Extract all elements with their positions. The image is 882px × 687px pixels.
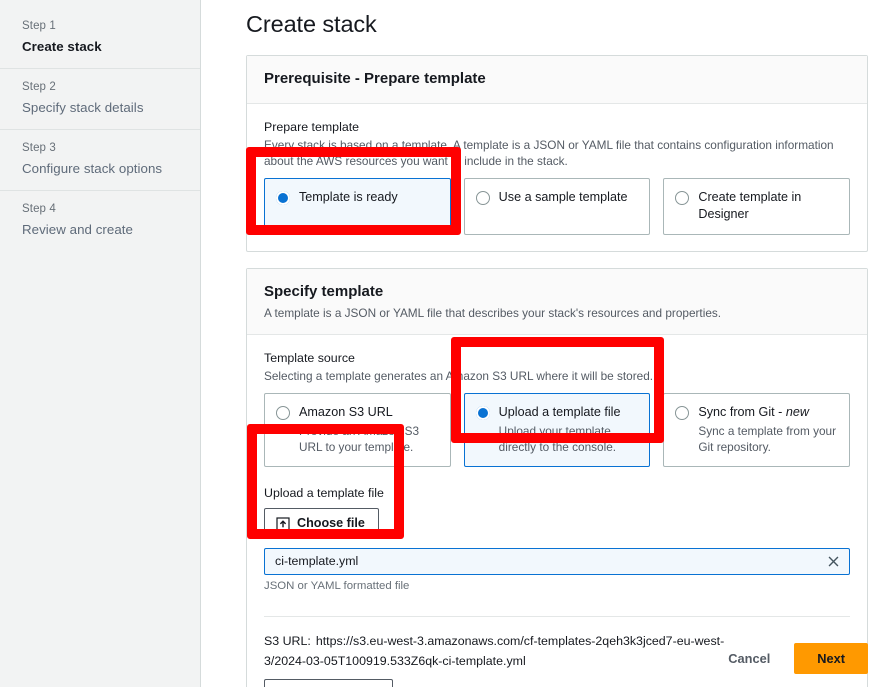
s3-url-value: https://s3.eu-west-3.amazonaws.com/cf-te…	[264, 634, 725, 668]
specify-template-card-header: Specify template A template is a JSON or…	[247, 269, 867, 335]
radio-unselected-icon[interactable]	[675, 406, 690, 420]
choose-file-button[interactable]: Choose file	[264, 508, 379, 539]
next-button[interactable]: Next	[794, 643, 868, 674]
source-sync-from-git-text: Sync from Git -	[698, 405, 786, 419]
source-amazon-s3-url-description: Provide an Amazon S3 URL to your templat…	[299, 424, 420, 454]
source-amazon-s3-url-label: Amazon S3 URL	[299, 405, 393, 419]
radio-selected-icon[interactable]	[276, 191, 290, 205]
specify-template-card-title: Specify template	[264, 283, 384, 300]
template-source-description: Selecting a template generates an Amazon…	[264, 369, 654, 383]
option-create-template-in-designer-label: Create template in Designer	[698, 190, 802, 221]
prerequisite-card-title: Prerequisite - Prepare template	[264, 70, 486, 87]
template-source-label: Template source	[264, 351, 355, 365]
upload-template-file-group: Upload a template file Choose file ci-te…	[264, 484, 850, 594]
radio-unselected-icon[interactable]	[675, 191, 690, 205]
radio-unselected-icon[interactable]	[475, 191, 490, 205]
source-upload-template-file[interactable]: Upload a template file Upload your templ…	[463, 393, 651, 467]
prerequisite-card-body: Prepare template Every stack is based on…	[247, 104, 867, 251]
option-template-is-ready[interactable]: Template is ready	[264, 178, 451, 235]
radio-selected-icon[interactable]	[475, 406, 490, 420]
specify-template-card-body: Template source Selecting a template gen…	[247, 335, 867, 687]
prepare-template-label: Prepare template	[264, 120, 360, 134]
prepare-template-description: Every stack is based on a template. A te…	[264, 138, 834, 168]
choose-file-button-label: Choose file	[297, 516, 365, 530]
main-content: Create stack Prerequisite - Prepare temp…	[201, 0, 882, 687]
prerequisite-card-header: Prerequisite - Prepare template	[247, 56, 867, 104]
specify-template-card-subtitle: A template is a JSON or YAML file that d…	[264, 306, 722, 320]
source-sync-from-git-new-badge: new	[785, 405, 809, 419]
wizard-sidebar: Step 1 Create stack Step 2 Specify stack…	[0, 0, 201, 687]
specify-template-card: Specify template A template is a JSON or…	[246, 268, 868, 687]
upload-template-file-label: Upload a template file	[264, 486, 384, 500]
sidebar-step-3-number: Step 3	[22, 142, 56, 154]
radio-unselected-icon[interactable]	[276, 406, 290, 420]
option-use-sample-template-label: Use a sample template	[498, 190, 628, 204]
source-upload-template-file-label: Upload a template file	[498, 405, 621, 419]
sidebar-step-1-number: Step 1	[22, 20, 56, 32]
file-format-hint: JSON or YAML formatted file	[264, 580, 410, 592]
sidebar-step-3[interactable]: Step 3 Configure stack options	[0, 129, 200, 190]
upload-icon	[276, 516, 290, 531]
sidebar-step-4[interactable]: Step 4 Review and create	[0, 190, 200, 251]
close-icon[interactable]	[827, 555, 840, 568]
prerequisite-card: Prerequisite - Prepare template Prepare …	[246, 55, 868, 252]
prepare-template-options: Template is ready Use a sample template …	[264, 178, 851, 235]
cancel-button[interactable]: Cancel	[724, 644, 774, 673]
file-name-value: ci-template.yml	[275, 554, 359, 568]
sidebar-step-1[interactable]: Step 1 Create stack	[0, 8, 200, 68]
option-use-sample-template[interactable]: Use a sample template	[463, 178, 651, 235]
sidebar-step-2-number: Step 2	[22, 81, 56, 93]
source-sync-from-git-description: Sync a template from your Git repository…	[698, 424, 837, 454]
create-stack-page: Step 1 Create stack Step 2 Specify stack…	[0, 0, 882, 687]
wizard-footer: Cancel Next	[724, 643, 868, 674]
sidebar-step-2-label: Specify stack details	[22, 100, 144, 115]
sidebar-step-4-number: Step 4	[22, 203, 56, 215]
source-sync-from-git[interactable]: Sync from Git - new Sync a template from…	[663, 393, 851, 467]
view-in-designer-button[interactable]: View in Designer	[264, 679, 393, 687]
option-template-is-ready-label: Template is ready	[299, 190, 398, 204]
file-name-input[interactable]: ci-template.yml	[264, 548, 850, 575]
s3-url-line: S3 URL: https://s3.eu-west-3.amazonaws.co…	[264, 631, 764, 671]
sidebar-step-4-label: Review and create	[22, 222, 133, 237]
sidebar-step-2[interactable]: Step 2 Specify stack details	[0, 68, 200, 129]
source-amazon-s3-url[interactable]: Amazon S3 URL Provide an Amazon S3 URL t…	[264, 393, 451, 467]
template-source-options: Amazon S3 URL Provide an Amazon S3 URL t…	[264, 393, 851, 467]
page-title: Create stack	[246, 11, 377, 37]
source-sync-from-git-label: Sync from Git - new	[698, 404, 837, 421]
s3-url-label: S3 URL:	[264, 634, 311, 648]
source-upload-template-file-description: Upload your template directly to the con…	[498, 424, 617, 454]
sidebar-step-3-label: Configure stack options	[22, 161, 163, 176]
option-create-template-in-designer[interactable]: Create template in Designer	[663, 178, 851, 235]
sidebar-step-1-label: Create stack	[22, 39, 102, 54]
